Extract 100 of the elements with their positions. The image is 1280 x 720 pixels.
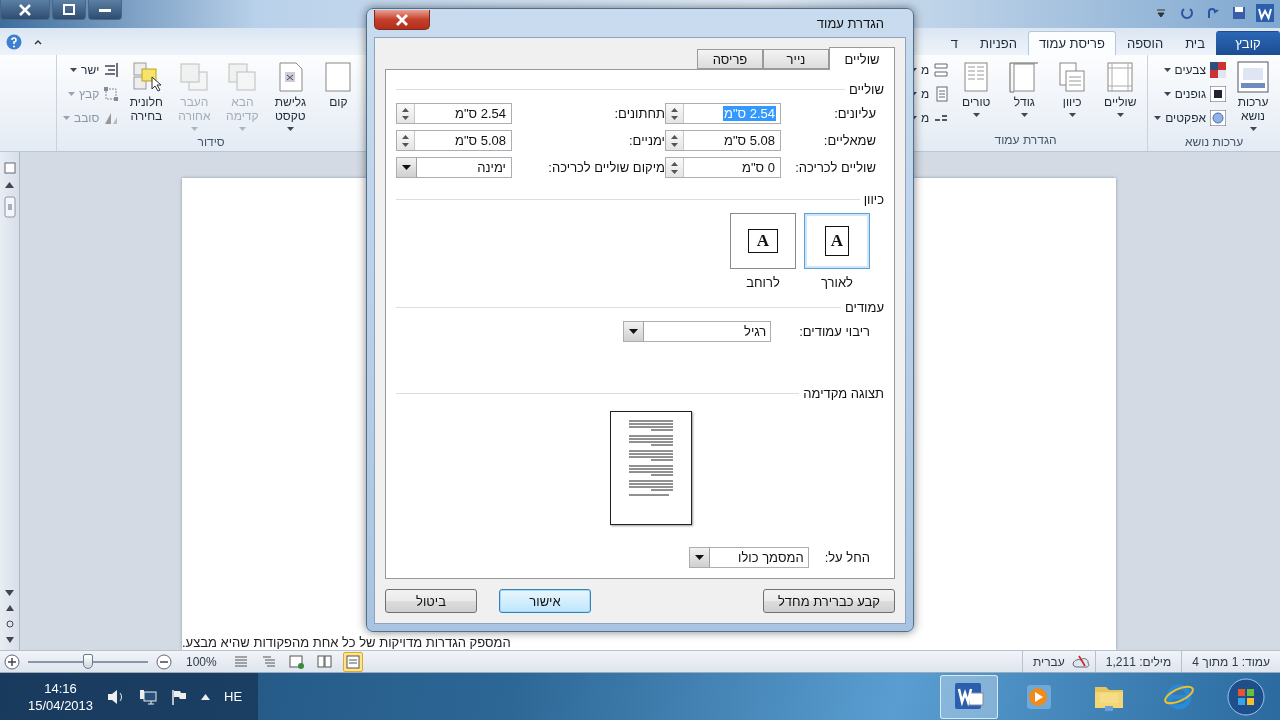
clock-time[interactable]: 14:16 — [44, 680, 77, 696]
section-heading: שוליים — [848, 82, 884, 97]
section-heading: תצוגה מקדימה — [803, 386, 884, 401]
spinner-button[interactable] — [666, 158, 684, 177]
spinner-button[interactable] — [397, 104, 415, 123]
group-icon — [103, 85, 120, 102]
scroll-up-icon[interactable] — [5, 182, 14, 188]
ribbon-button[interactable]: מ — [907, 83, 952, 104]
ribbon-tab[interactable]: פריסת עמוד — [1027, 31, 1116, 55]
dialog-tab[interactable]: פריסה — [697, 49, 763, 69]
zoom-level[interactable]: 100% — [180, 654, 223, 669]
language[interactable]: עברית — [1027, 654, 1071, 669]
view-button[interactable] — [342, 651, 363, 672]
spin-field[interactable]: 0 ס"מ — [665, 157, 781, 178]
ribbon-tab[interactable]: הוספה — [1115, 31, 1175, 55]
ribbon-tab[interactable]: בית — [1174, 31, 1216, 55]
ribbon-button[interactable]: אפקטים — [1152, 107, 1228, 128]
ribbon-button[interactable]: גלישת טקסט — [267, 59, 314, 133]
ribbon-button[interactable]: ערכות נושא — [1230, 59, 1276, 133]
taskbar-app-button[interactable] — [940, 674, 998, 719]
view-icon — [261, 654, 277, 669]
align-icon — [103, 61, 120, 78]
selection-pane-icon — [130, 61, 163, 93]
spin-field[interactable]: ימינה — [396, 157, 512, 178]
up-down-arrows-icon — [401, 106, 410, 121]
cancel-button[interactable]: ביטול — [385, 589, 477, 613]
redo-icon — [1206, 6, 1220, 20]
orientation-option[interactable]: A — [730, 213, 796, 269]
line-numbers-icon — [933, 85, 950, 102]
dialog-tab[interactable]: שוליים — [829, 47, 895, 70]
up-down-arrows-icon — [670, 106, 679, 121]
ribbon-tab[interactable]: הפניות — [968, 31, 1028, 55]
orientation-option[interactable]: A — [804, 213, 870, 269]
scrollbar[interactable] — [0, 152, 20, 650]
ruler-toggle-icon[interactable] — [3, 162, 16, 174]
page-count[interactable]: עמוד: 1 מתוך 4 — [1186, 654, 1276, 669]
page-icon: A — [748, 229, 778, 253]
spin-field[interactable]: 5.08 ס"מ — [665, 130, 781, 151]
ribbon-button[interactable]: גודל — [1001, 59, 1048, 119]
ribbon-button[interactable]: שוליים — [1097, 59, 1144, 119]
text-lines-icon — [629, 420, 673, 496]
dropdown-field[interactable]: המסמך כולו — [688, 547, 809, 568]
dropdown-field[interactable]: רגיל — [623, 321, 772, 342]
word-count[interactable]: מילים: 1,211 — [1099, 654, 1178, 669]
zoom-in-icon[interactable] — [4, 653, 20, 670]
ok-button[interactable]: אישור — [499, 589, 591, 613]
scroll-thumb-icon[interactable] — [3, 196, 16, 218]
ribbon-button[interactable]: ישר — [61, 59, 122, 80]
app-logo-icon[interactable] — [1256, 4, 1274, 22]
close-button[interactable] — [0, 0, 50, 20]
scroll-down-icon[interactable] — [5, 590, 14, 596]
ribbon-tab[interactable]: קובץ — [1216, 31, 1280, 55]
spinner-button[interactable] — [397, 131, 415, 150]
field-label: ימניים: — [627, 133, 665, 148]
ribbon-button[interactable]: טורים — [953, 59, 1000, 119]
page-icon: A — [825, 226, 849, 256]
spinner-button[interactable] — [666, 131, 684, 150]
spin-field[interactable]: 2.54 ס"מ — [396, 103, 512, 124]
section-heading: עמודים — [845, 300, 884, 315]
dropdown-button[interactable] — [689, 548, 710, 567]
spinner-button[interactable] — [666, 104, 684, 123]
help-icon[interactable] — [6, 34, 22, 50]
up-down-arrows-icon — [670, 160, 679, 175]
show-hidden-icon[interactable] — [201, 693, 211, 700]
restore-icon — [63, 4, 75, 15]
view-icon — [289, 654, 305, 669]
flag-icon[interactable] — [171, 688, 188, 705]
dropdown-button[interactable] — [397, 158, 417, 177]
dropdown-arrow-icon — [402, 165, 411, 170]
network-icon[interactable] — [139, 688, 158, 705]
minimize-button[interactable] — [88, 0, 122, 20]
ribbon-button[interactable]: קום — [315, 59, 362, 112]
ribbon-button[interactable]: צבעים — [1152, 59, 1228, 80]
close-icon — [19, 3, 31, 16]
dropdown-arrow-icon — [694, 555, 704, 560]
zoom-slider-thumb[interactable] — [83, 653, 93, 669]
ribbon-button[interactable]: גופנים — [1152, 83, 1228, 104]
spin-field[interactable]: 5.08 ס"מ — [396, 130, 512, 151]
set-default-button[interactable]: קבע כברירת מחדל — [763, 589, 895, 613]
field-label: שמאליים: — [822, 133, 876, 148]
ribbon-button[interactable]: חלונית בחירה — [123, 59, 170, 126]
document-text: המספק הגדרות מדויקות של כל אחת מהפקודות שהיא מבצע. — [182, 636, 511, 650]
ribbon-button[interactable]: מ — [907, 59, 952, 80]
zoom-out-icon[interactable] — [156, 653, 172, 670]
dropdown-button[interactable] — [624, 322, 645, 341]
collapse-ribbon-icon[interactable] — [34, 39, 42, 45]
ribbon-tab[interactable]: ד — [939, 31, 969, 55]
ribbon-button[interactable]: כיוון — [1049, 59, 1096, 119]
page-size-icon — [1008, 61, 1041, 93]
input-language[interactable]: HE — [224, 689, 243, 704]
group-label: ערכות נושא — [1184, 133, 1245, 151]
save-button[interactable] — [1230, 4, 1248, 22]
section-heading: כיוון — [863, 192, 884, 207]
dialog-tab[interactable]: נייר — [763, 49, 829, 69]
restore-button[interactable] — [52, 0, 86, 20]
proofing-icon[interactable] — [1070, 653, 1091, 670]
undo-icon — [1180, 6, 1194, 20]
close-button[interactable] — [374, 10, 430, 30]
clock-date[interactable]: 15/04/2013 — [28, 697, 94, 713]
color-swatch-icon — [1210, 61, 1226, 78]
